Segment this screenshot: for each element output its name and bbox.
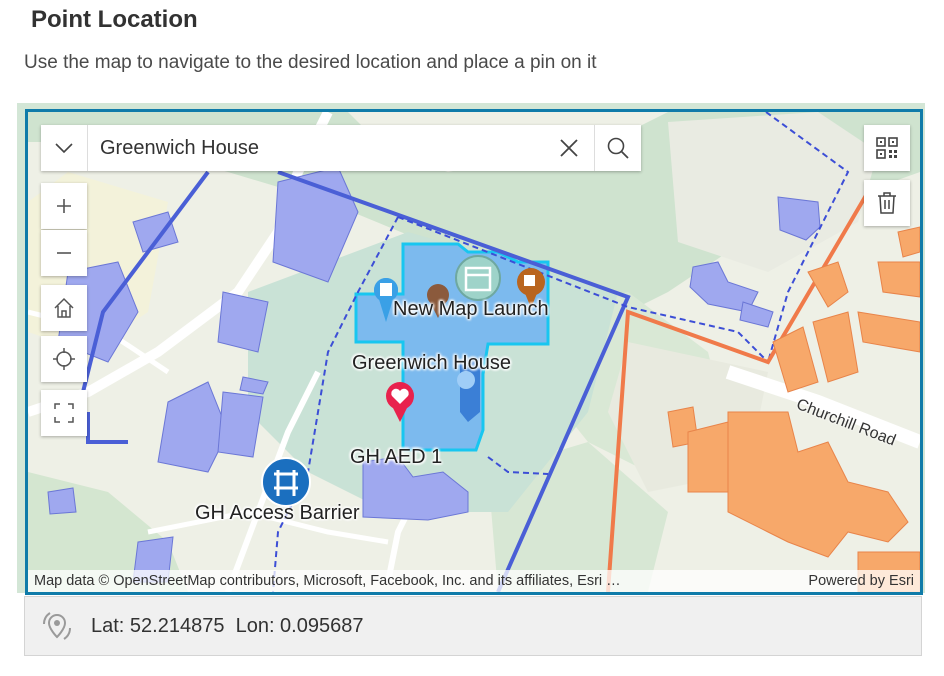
search-input[interactable]: Greenwich House (88, 125, 544, 171)
powered-by-esri[interactable]: Powered by Esri (796, 573, 920, 589)
minus-icon (57, 252, 71, 254)
plus-icon (57, 199, 71, 213)
location-refresh-icon[interactable] (39, 608, 75, 644)
trash-icon (878, 192, 896, 214)
home-button[interactable] (41, 285, 87, 331)
search-icon (607, 137, 629, 159)
instructions-text: Use the map to navigate to the desired l… (24, 52, 597, 73)
chevron-down-icon (55, 143, 73, 154)
locate-button[interactable] (41, 336, 87, 382)
qr-code-icon (876, 137, 898, 159)
clear-search-button[interactable] (544, 125, 594, 171)
access-barrier-icon (261, 457, 311, 507)
label-greenwich-house[interactable]: Greenwich House (352, 352, 511, 375)
fullscreen-icon (54, 403, 74, 423)
map-search-widget: Greenwich House (41, 125, 641, 171)
search-button[interactable] (594, 125, 641, 171)
delete-pin-button[interactable] (864, 180, 910, 226)
crosshair-icon (53, 348, 75, 370)
label-new-map-launch[interactable]: New Map Launch (393, 298, 549, 321)
coordinates-bar: Lat: 52.214875 Lon: 0.095687 (24, 596, 922, 656)
qr-code-button[interactable] (864, 125, 910, 171)
zoom-in-button[interactable] (41, 183, 87, 229)
fullscreen-button[interactable] (41, 390, 87, 436)
map-view[interactable]: New Map Launch Greenwich House GH AED 1 … (25, 109, 923, 595)
coordinates-text: Lat: 52.214875 Lon: 0.095687 (91, 614, 364, 637)
map-attribution: Map data © OpenStreetMap contributors, M… (28, 570, 920, 592)
search-source-dropdown[interactable] (41, 125, 88, 171)
zoom-out-button[interactable] (41, 230, 87, 276)
label-gh-aed[interactable]: GH AED 1 (350, 446, 442, 469)
attribution-text[interactable]: Map data © OpenStreetMap contributors, M… (28, 573, 796, 589)
close-icon (560, 139, 578, 157)
label-gh-access-barrier[interactable]: GH Access Barrier (195, 502, 359, 525)
event-calendar-icon (455, 255, 501, 301)
home-icon (54, 297, 74, 318)
page-title: Point Location (31, 6, 198, 33)
